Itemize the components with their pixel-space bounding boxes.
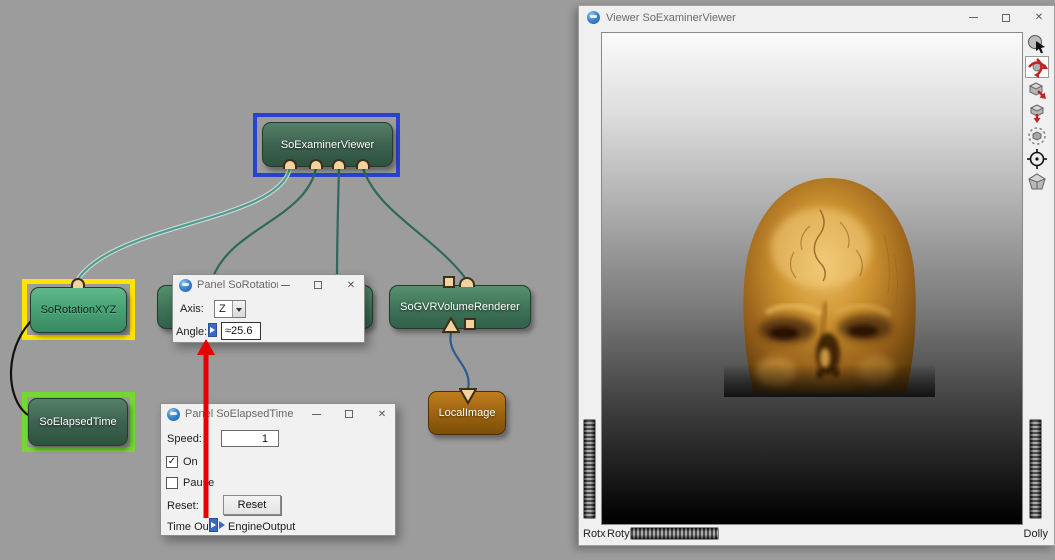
rotx-label: Rotx — [583, 528, 606, 540]
engine-output-arrow-icon — [219, 521, 225, 529]
close-icon[interactable]: ✕ — [375, 407, 389, 421]
image-connection-gvr-localimage[interactable] — [450, 333, 468, 389]
param-connected-icon — [208, 323, 217, 337]
dropdown-button[interactable] — [232, 301, 245, 317]
network-editor-canvas[interactable]: SoExaminerViewer SoRotationXYZ SoElapsed… — [0, 0, 578, 560]
pause-label: Pause — [183, 477, 214, 489]
chevron-down-icon — [236, 308, 242, 312]
reset-label: Reset: — [167, 500, 199, 512]
node-label: SoElapsedTime — [39, 416, 116, 428]
scene-connection-halo — [78, 168, 290, 279]
gvr-image-input-triangle[interactable] — [442, 317, 460, 334]
dolly-label: Dolly — [1024, 528, 1048, 540]
on-checkbox-checked[interactable]: ✓ — [166, 456, 178, 468]
timeout-label: Time Out: — [167, 521, 215, 533]
node-label: SoExaminerViewer — [281, 139, 374, 151]
panel-sorotation: Panel SoRotation... ✕ Axis: Z Angle: ≈25… — [172, 274, 365, 343]
speed-value: 1 — [262, 433, 268, 445]
localimage-output-triangle[interactable] — [459, 388, 477, 405]
maximize-button[interactable] — [311, 278, 325, 292]
mevislab-logo-icon — [167, 408, 180, 421]
rotate-mode-icon[interactable] — [1025, 56, 1049, 78]
node-soelapsedtime[interactable]: SoElapsedTime — [28, 398, 128, 446]
camera-type-icon[interactable] — [1025, 171, 1049, 193]
scene-connection-examiner-hidden1[interactable] — [213, 168, 316, 277]
viewer-titlebar[interactable]: Viewer SoExaminerViewer ✕ — [579, 6, 1054, 29]
node-sogvrvolumerenderer[interactable]: SoGVRVolumeRenderer — [389, 285, 531, 329]
node-soexaminerviewer[interactable]: SoExaminerViewer — [262, 122, 393, 167]
on-label: On — [183, 456, 198, 468]
dolly-thumbwheel[interactable] — [1029, 419, 1042, 519]
mevislab-workspace: SoExaminerViewer SoRotationXYZ SoElapsed… — [0, 0, 1055, 560]
gvr-input-square-connector[interactable] — [443, 276, 455, 288]
node-label: SoRotationXYZ — [41, 304, 117, 316]
maximize-button[interactable] — [999, 11, 1013, 25]
scene-connection-examiner-gvr[interactable] — [363, 168, 466, 279]
panel-title: Panel SoElapsedTime — [185, 408, 309, 420]
volume-rendered-head — [724, 174, 935, 397]
angle-field[interactable]: ≈25.6 — [221, 322, 261, 340]
examiner-output-connector-1[interactable] — [283, 159, 297, 169]
3d-viewport[interactable] — [601, 32, 1023, 525]
roty-thumbwheel[interactable] — [630, 527, 719, 540]
gvr-output-square-connector[interactable] — [464, 318, 476, 330]
node-sorotationxyz[interactable]: SoRotationXYZ — [30, 287, 127, 333]
rotx-thumbwheel[interactable] — [583, 419, 596, 519]
panel-sorotation-titlebar[interactable]: Panel SoRotation... ✕ — [173, 275, 364, 295]
viewer-bottom-bar: Rotx Roty Dolly — [579, 524, 1054, 545]
minimize-button[interactable] — [309, 407, 323, 421]
angle-value: ≈25.6 — [225, 325, 252, 337]
minimize-button[interactable] — [278, 278, 292, 292]
axis-dropdown[interactable]: Z — [214, 300, 246, 318]
gvr-input-scene-connector[interactable] — [459, 277, 475, 287]
examiner-output-connector-4[interactable] — [356, 159, 370, 169]
timeout-value: EngineOutput — [228, 521, 295, 533]
node-label: LocalImage — [439, 407, 496, 419]
speed-field[interactable]: 1 — [221, 430, 279, 447]
viewer-window: Viewer SoExaminerViewer ✕ — [578, 5, 1055, 546]
close-icon[interactable]: ✕ — [1032, 11, 1046, 25]
view-all-icon[interactable] — [1025, 148, 1049, 170]
panel-title: Panel SoRotation... — [197, 279, 278, 291]
interact-mode-icon[interactable] — [1025, 33, 1049, 55]
roty-label: Roty — [607, 528, 630, 540]
scene-connection-examiner-hidden2[interactable] — [337, 168, 339, 277]
reset-button[interactable]: Reset — [223, 495, 281, 515]
close-icon[interactable]: ✕ — [344, 278, 358, 292]
axis-label: Axis: — [180, 303, 204, 315]
mevislab-logo-icon — [587, 11, 600, 24]
pause-checkbox-unchecked[interactable] — [166, 477, 178, 489]
panel-soelapsedtime: Panel SoElapsedTime ✕ Speed: 1 ✓ On Paus… — [160, 403, 396, 536]
engine-output-icon — [209, 518, 218, 532]
angle-label: Angle: — [176, 326, 207, 338]
mevislab-logo-icon — [179, 279, 192, 292]
seek-icon[interactable] — [1025, 125, 1049, 147]
speed-label: Speed: — [167, 433, 202, 445]
axis-value: Z — [219, 303, 226, 315]
maximize-button[interactable] — [342, 407, 356, 421]
examiner-output-connector-3[interactable] — [332, 159, 346, 169]
viewer-title: Viewer SoExaminerViewer — [606, 12, 966, 24]
node-label: SoGVRVolumeRenderer — [400, 301, 520, 313]
minimize-button[interactable] — [966, 11, 980, 25]
examiner-output-connector-2[interactable] — [309, 159, 323, 169]
panel-soelapsedtime-titlebar[interactable]: Panel SoElapsedTime ✕ — [161, 404, 395, 424]
zoom-mode-icon[interactable] — [1025, 102, 1049, 124]
viewer-toolbar — [1023, 33, 1051, 193]
rotation-input-connector[interactable] — [71, 278, 85, 288]
pan-mode-icon[interactable] — [1025, 79, 1049, 101]
